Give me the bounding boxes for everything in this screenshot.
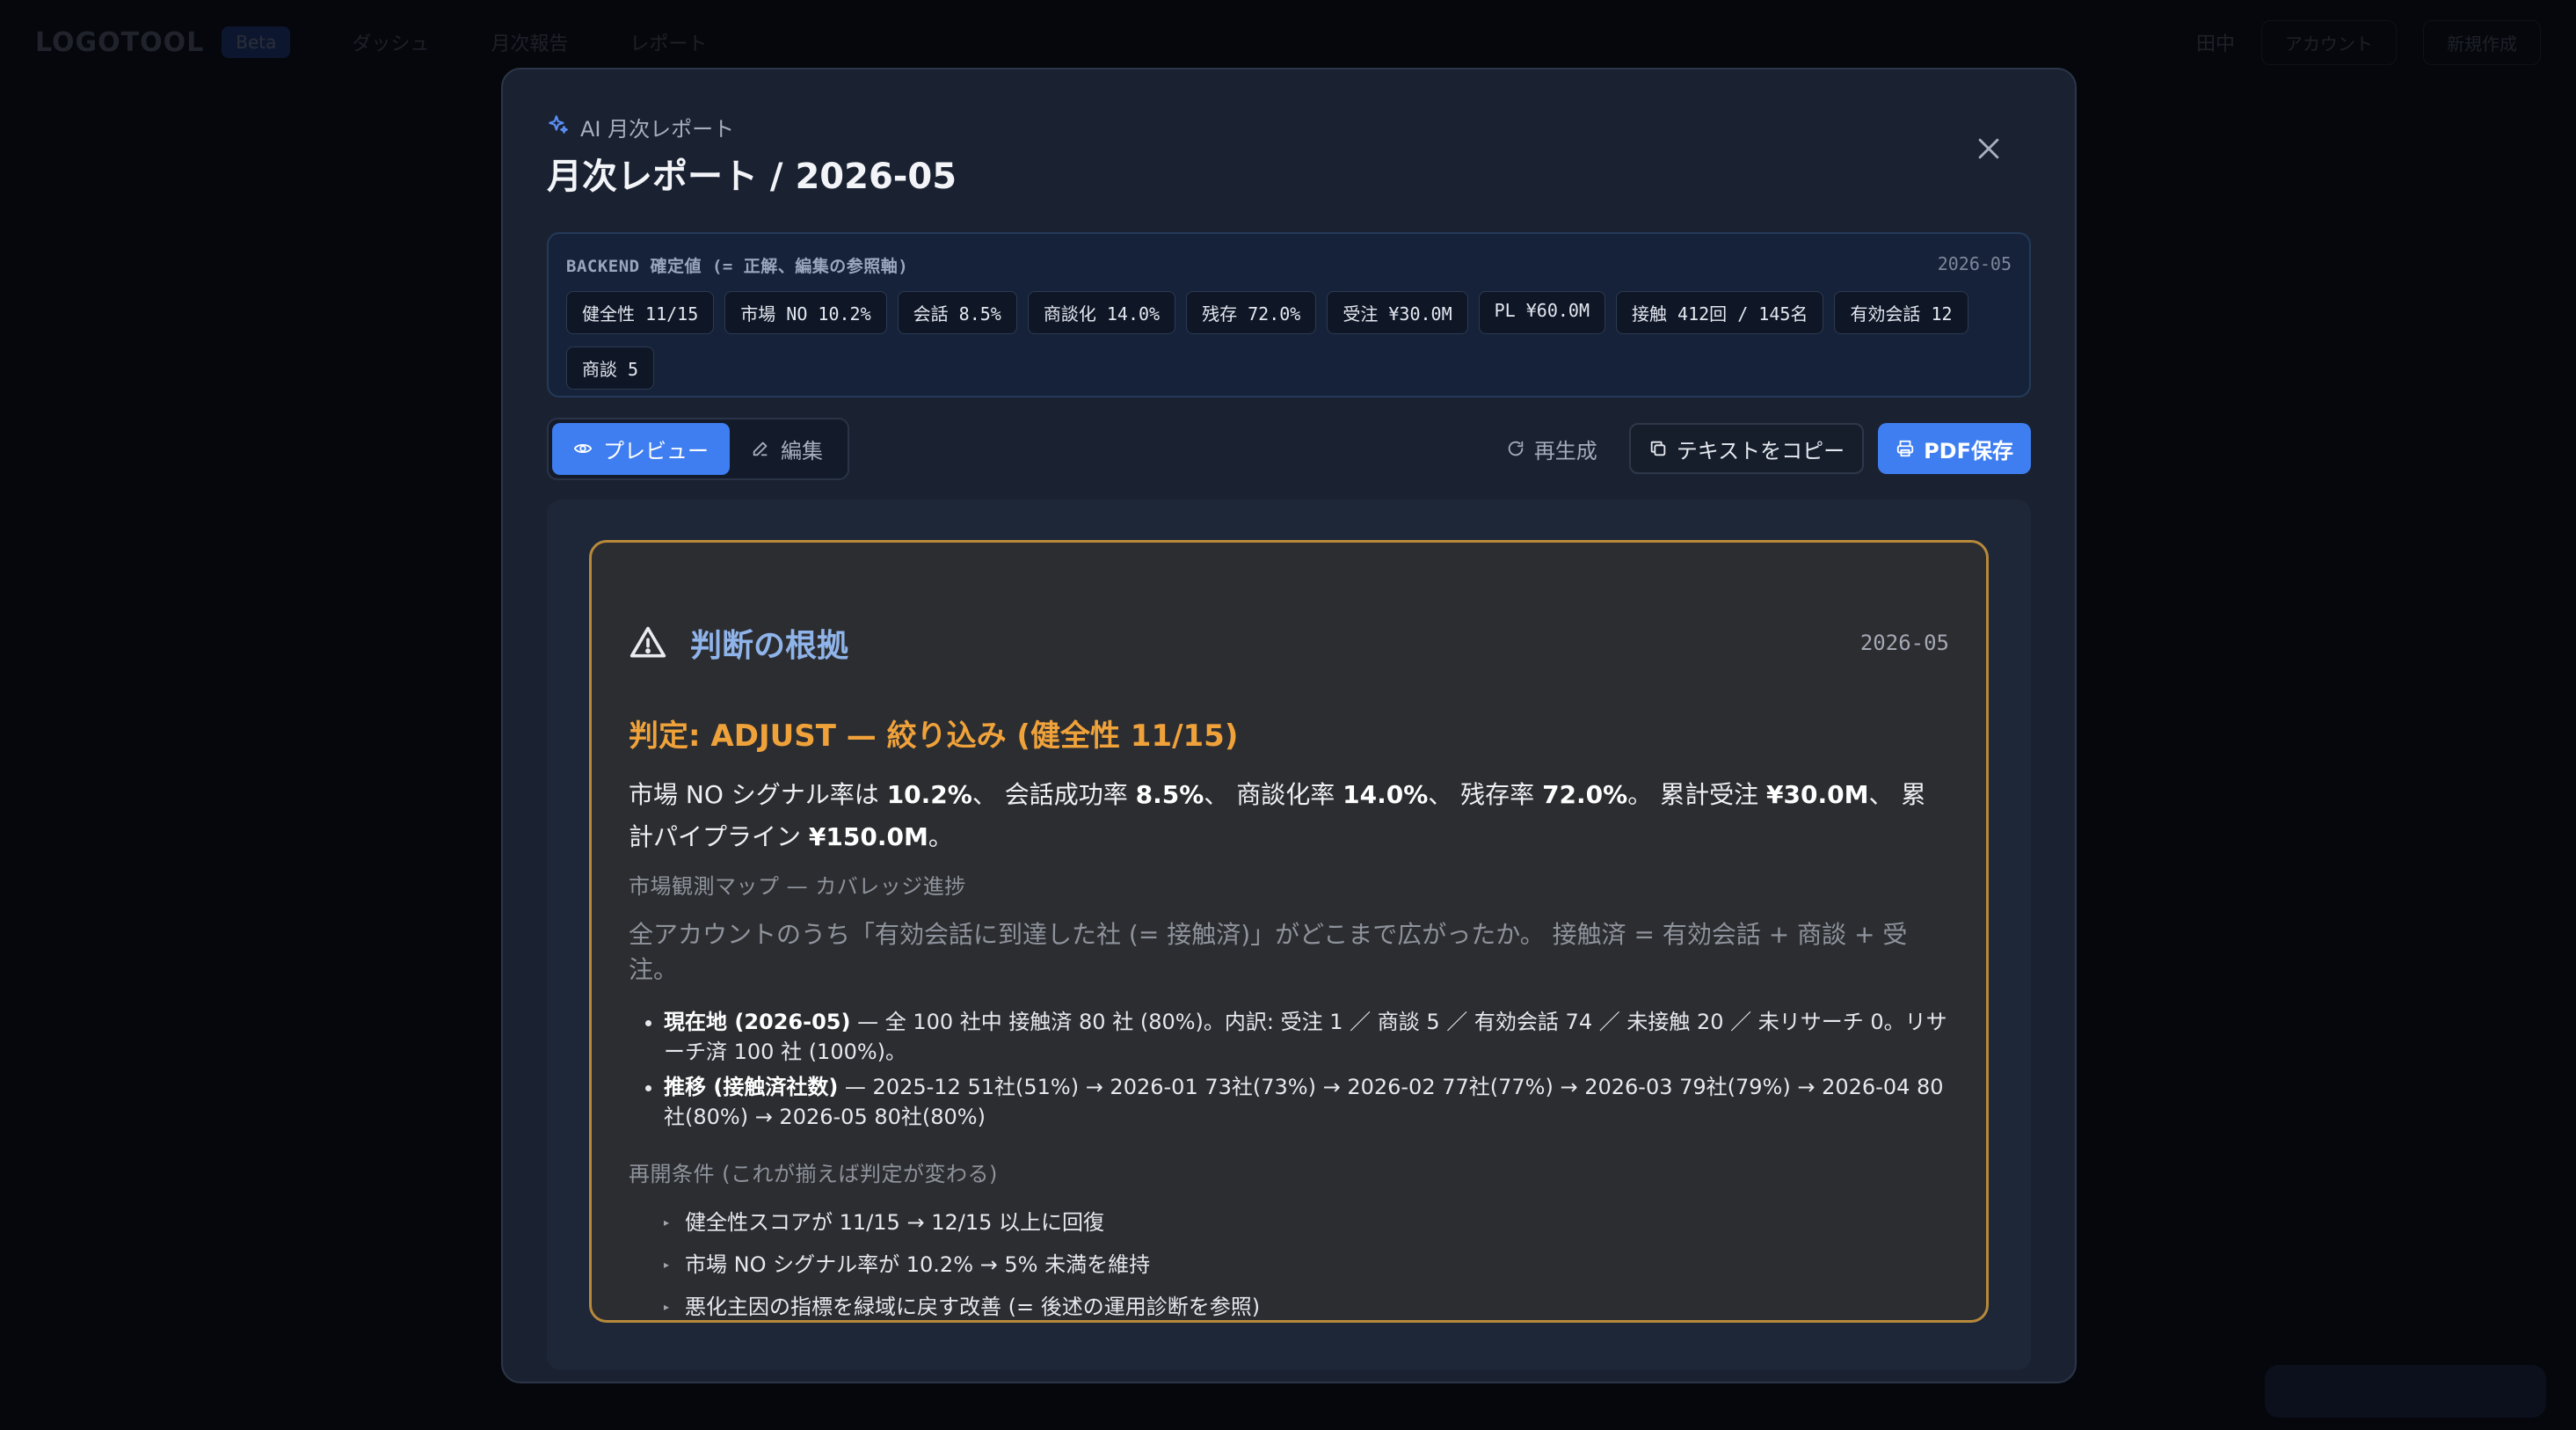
background-nav-item: レポート [629, 33, 708, 55]
metric-chip: 商談 5 [566, 347, 655, 390]
bullet-heading: 現在地 (2026-05) [664, 1010, 851, 1034]
card-title: 判断の根拠 [690, 628, 849, 664]
market-map-label: 市場観測マップ — カバレッジ進捗 [629, 874, 966, 899]
pencil-icon [753, 441, 768, 456]
modal-kicker-label: AI 月次レポート [580, 117, 735, 142]
view-mode-toggle: プレビュー 編集 [547, 417, 849, 480]
close-icon [1978, 138, 1999, 159]
metrics-summary: 市場 NO シグナル率は 10.2%、 会話成功率 8.5%、 商談化率 14.… [629, 774, 1949, 858]
background-nav-item: ダッシュ [352, 33, 430, 55]
close-button[interactable] [1964, 124, 2013, 173]
backend-date: 2026-05 [1937, 253, 2012, 274]
metric-chip: 有効会話 12 [1834, 291, 1968, 334]
background-user: 田中 [2195, 33, 2235, 55]
summary-text: 。 [928, 822, 953, 851]
modal-title: 月次レポート / 2026-05 [547, 157, 957, 197]
metric-chip: 残存 72.0% [1186, 291, 1317, 334]
backend-label: BACKEND 確定値 (= 正解、編集の参照軸) [566, 257, 909, 276]
regenerate-button[interactable]: 再生成 [1488, 423, 1615, 474]
background-logo: LOGOTOOL [35, 26, 205, 58]
summary-text: 、 残存率 [1428, 780, 1543, 809]
sparkle-icon [547, 113, 570, 142]
eye-icon [573, 443, 593, 454]
preview-tab[interactable]: プレビュー [552, 422, 730, 475]
background-badge: Beta [222, 26, 291, 58]
summary-text: 、 商談化率 [1204, 780, 1343, 809]
edit-tab-label: 編集 [781, 438, 823, 463]
metric-chip: 会話 8.5% [897, 291, 1017, 334]
copy-icon [1650, 441, 1666, 456]
reopen-conditions-list: 健全性スコアが 11/15 → 12/15 以上に回復 市場 NO シグナル率が… [629, 1201, 1949, 1328]
verdict-heading: 判定: ADJUST — 絞り込み (健全性 11/15) [629, 719, 1239, 754]
summary-value: 8.5% [1135, 780, 1204, 809]
edit-tab[interactable]: 編集 [730, 423, 844, 475]
metric-chip: PL ¥60.0M [1478, 291, 1606, 334]
background-action-pill: 新規作成 [2423, 19, 2541, 65]
summary-text: 市場 NO シグナル率は [629, 780, 887, 809]
preview-tab-label: プレビュー [603, 438, 709, 463]
metric-chip: 健全性 11/15 [566, 291, 715, 334]
summary-value: 72.0% [1542, 780, 1628, 809]
metric-chip: 商談化 14.0% [1027, 291, 1176, 334]
list-item: 市場 NO シグナル率が 10.2% → 5% 未満を維持 [664, 1244, 1949, 1286]
bullet-text: — 全 100 社中 接触済 80 社 (80%)。内訳: 受注 1 ／ 商談 … [664, 1010, 1947, 1064]
copy-text-label: テキストをコピー [1676, 438, 1845, 463]
list-item: 悪化主因の指標を緑域に戻す改善 (= 後述の運用診断を参照) [664, 1286, 1949, 1328]
report-preview-area: 判断の根拠 2026-05 判定: ADJUST — 絞り込み (健全性 11/… [547, 500, 2031, 1370]
save-pdf-label: PDF保存 [1924, 438, 2013, 463]
list-item: 健全性スコアが 11/15 → 12/15 以上に回復 [664, 1201, 1949, 1244]
summary-value: 10.2% [886, 780, 972, 809]
refresh-icon [1508, 441, 1524, 456]
modal-kicker: AI 月次レポート [547, 112, 2031, 142]
metric-chip: 接触 412回 / 145名 [1616, 291, 1824, 334]
copy-text-button[interactable]: テキストをコピー [1628, 423, 1865, 474]
toolbar-actions: 再生成 テキストをコピー PDF保存 [1488, 423, 2031, 474]
summary-value: ¥150.0M [808, 822, 928, 851]
summary-value: ¥30.0M [1766, 780, 1869, 809]
judgement-basis-card: 判断の根拠 2026-05 判定: ADJUST — 絞り込み (健全性 11/… [589, 540, 1989, 1323]
report-toolbar: プレビュー 編集 再生成 テキストをコピー PDF保存 [547, 417, 2031, 480]
background-nav-right: 田中 アカウント 新規作成 [2195, 19, 2541, 65]
market-map-description: 全アカウントのうち「有効会話に到達した社 (= 接触済)」がどこまで広がったか。… [629, 920, 1908, 984]
summary-text: 、 会話成功率 [971, 780, 1136, 809]
card-date: 2026-05 [1859, 631, 1949, 655]
backend-chip-list: 健全性 11/15 市場 NO 10.2% 会話 8.5% 商談化 14.0% … [566, 291, 2012, 390]
background-nav-item: 月次報告 [491, 33, 569, 55]
summary-text: 。 累計受注 [1627, 780, 1767, 809]
bullet-text: — 2025-12 51社(51%) → 2026-01 73社(73%) → … [664, 1075, 1944, 1129]
coverage-bullet-list: 現在地 (2026-05) — 全 100 社中 接触済 80 社 (80%)。… [629, 1007, 1949, 1132]
background-account-pill: アカウント [2261, 19, 2397, 65]
list-item: 推移 (接触済社数) — 2025-12 51社(51%) → 2026-01 … [664, 1072, 1949, 1132]
metric-chip: 市場 NO 10.2% [724, 291, 887, 334]
metric-chip: 受注 ¥30.0M [1327, 291, 1468, 334]
monthly-report-modal: AI 月次レポート 月次レポート / 2026-05 BACKEND 確定値 (… [501, 68, 2077, 1383]
regenerate-label: 再生成 [1533, 438, 1597, 463]
bullet-heading: 推移 (接触済社数) [664, 1075, 839, 1099]
warning-icon [629, 626, 666, 658]
printer-icon [1896, 440, 1914, 457]
reopen-conditions-label: 再開条件 (これが揃えば判定が変わる) [629, 1162, 998, 1186]
save-pdf-button[interactable]: PDF保存 [1878, 423, 2031, 474]
background-floating-button [2265, 1365, 2546, 1418]
summary-value: 14.0% [1343, 780, 1429, 809]
card-header: 判断の根拠 2026-05 [629, 620, 1949, 666]
backend-values-panel: BACKEND 確定値 (= 正解、編集の参照軸) 2026-05 健全性 11… [547, 232, 2031, 398]
list-item: 現在地 (2026-05) — 全 100 社中 接触済 80 社 (80%)。… [664, 1007, 1949, 1067]
